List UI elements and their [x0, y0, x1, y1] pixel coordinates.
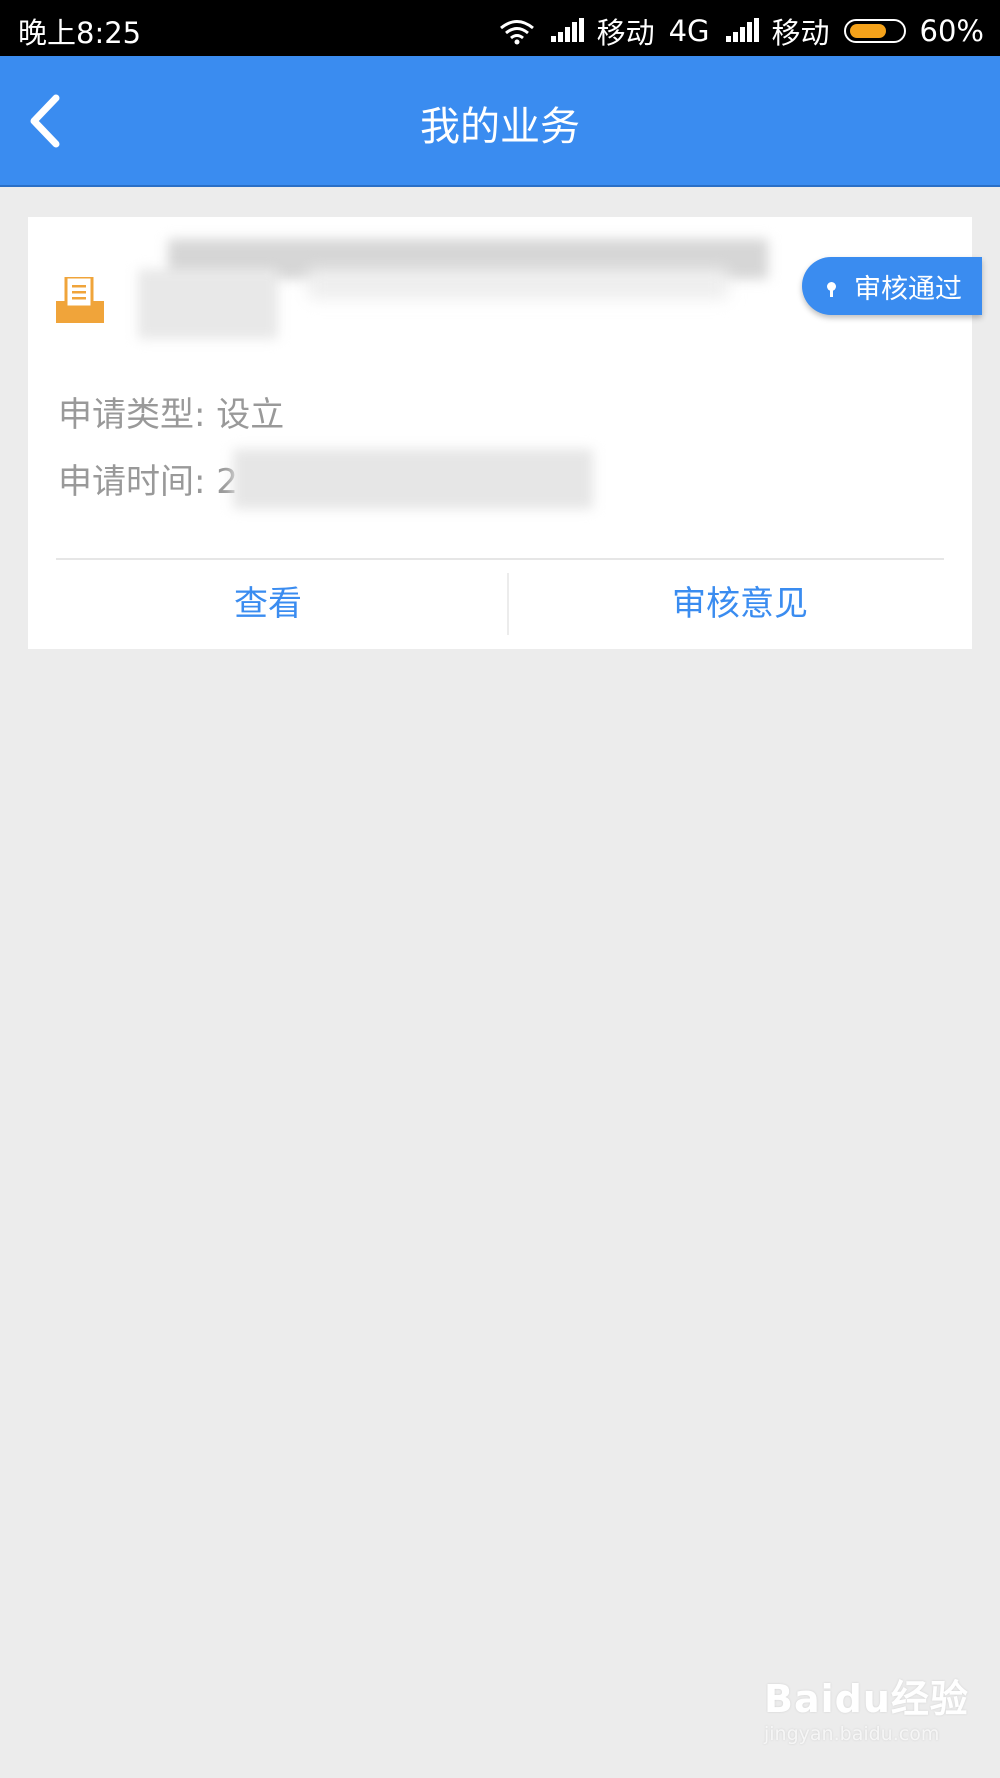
battery-level: 60%	[919, 14, 984, 48]
watermark-main: Baidu经验	[764, 1677, 969, 1721]
watermark-sub: jingyan.baidu.com	[764, 1723, 940, 1745]
redacted-time	[233, 449, 593, 509]
status-badge: 审核通过	[802, 257, 982, 315]
nav-bar: 我的业务	[0, 56, 1000, 187]
status-badge-label: 审核通过	[854, 273, 962, 305]
apply-time: 申请时间: 2	[58, 454, 238, 503]
view-button[interactable]: 查看	[28, 560, 508, 649]
review-opinion-button[interactable]: 审核意见	[508, 560, 972, 649]
apply-type-label: 申请类型:	[58, 395, 206, 435]
apply-type: 申请类型: 设立	[58, 387, 284, 436]
apply-time-label: 申请时间:	[58, 462, 206, 502]
network-type: 4G	[668, 14, 710, 48]
page-title: 我的业务	[420, 104, 580, 150]
apply-type-value: 设立	[216, 395, 285, 435]
redacted-title	[138, 229, 788, 349]
status-icons: 移动 4G 移动 60%	[499, 10, 984, 52]
baidu-watermark: Baidu经验 jingyan.baidu.com	[764, 1668, 969, 1745]
carrier-1: 移动	[596, 16, 655, 50]
pin-icon	[827, 281, 836, 297]
business-card: 审核通过 申请类型: 设立 申请时间: 2 查看 审核意见	[28, 217, 982, 649]
carrier-2: 移动	[771, 16, 830, 50]
signal-icon-2	[724, 18, 759, 44]
wifi-icon	[499, 18, 535, 45]
status-time: 晚上8:25	[18, 16, 142, 50]
document-icon	[56, 275, 104, 323]
status-bar: 晚上8:25 移动 4G 移动 60%	[0, 0, 1000, 56]
signal-icon	[549, 18, 584, 44]
battery-icon	[843, 19, 906, 43]
